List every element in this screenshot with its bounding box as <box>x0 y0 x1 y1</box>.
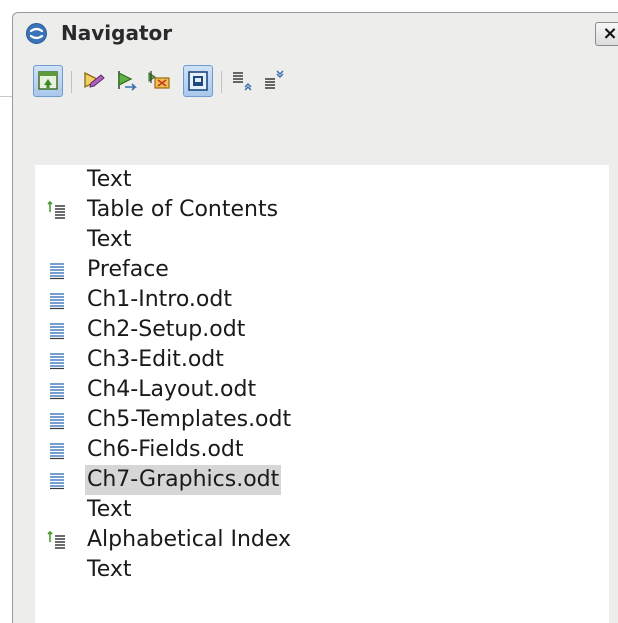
section-icon <box>50 473 64 490</box>
insert-icon <box>148 71 170 89</box>
background-divider <box>0 96 12 97</box>
section-icon <box>50 413 64 430</box>
next-button[interactable] <box>111 65 141 97</box>
tree-item-label: Ch7-Graphics.odt <box>85 465 282 495</box>
demote-level-button[interactable] <box>259 65 289 97</box>
next-icon <box>118 71 137 91</box>
tree-item-label: Ch5-Templates.odt <box>87 407 292 432</box>
tree-item-label: Text <box>87 557 132 582</box>
content-navigation-button[interactable] <box>183 65 213 97</box>
content-view-icon <box>38 71 58 90</box>
tree-item-label: Alphabetical Index <box>87 527 292 552</box>
content-view-button[interactable] <box>33 65 63 97</box>
insert-button[interactable] <box>143 65 173 97</box>
tree-item-label: Text <box>87 167 132 192</box>
navigator-toolbar <box>13 59 618 103</box>
toggle-icon <box>84 71 105 89</box>
toggle-button[interactable] <box>79 65 109 97</box>
section-icon <box>50 353 64 370</box>
demote-level-icon <box>265 70 284 89</box>
tree-item-label: Text <box>87 227 132 252</box>
close-icon: × <box>602 23 618 44</box>
tree-item-label: Preface <box>87 257 169 282</box>
section-icon <box>50 383 64 400</box>
app-icon <box>26 23 47 44</box>
section-icon <box>50 443 64 460</box>
window-title: Navigator <box>61 21 173 45</box>
section-icon <box>50 323 64 340</box>
background-edge <box>0 0 12 608</box>
toolbar-separator <box>221 71 222 93</box>
promote-level-button[interactable] <box>227 65 257 97</box>
promote-level-icon <box>233 72 252 91</box>
toolbar-separator <box>71 71 72 93</box>
tree-item-label: Table of Contents <box>87 197 279 222</box>
content-navigation-icon <box>188 71 208 91</box>
tree-item-label: Ch1-Intro.odt <box>87 287 232 312</box>
index-icon <box>47 200 65 219</box>
tree-item-label: Ch3-Edit.odt <box>87 347 224 372</box>
section-icon <box>50 263 64 280</box>
close-button[interactable]: × <box>595 22 618 46</box>
tree-item-label: Text <box>87 497 132 522</box>
tree-item-label: Ch6-Fields.odt <box>87 437 244 462</box>
tree-item-label: Ch4-Layout.odt <box>87 377 257 402</box>
tree-item-label: Ch2-Setup.odt <box>87 317 246 342</box>
title-bar[interactable]: Navigator × <box>13 13 618 53</box>
navigator-window: Navigator × Text Table of Contents Text … <box>12 12 618 623</box>
navigator-tree[interactable]: Text Table of Contents Text Preface Ch1-… <box>35 165 609 623</box>
section-icon <box>50 293 64 310</box>
index-icon <box>47 530 65 549</box>
